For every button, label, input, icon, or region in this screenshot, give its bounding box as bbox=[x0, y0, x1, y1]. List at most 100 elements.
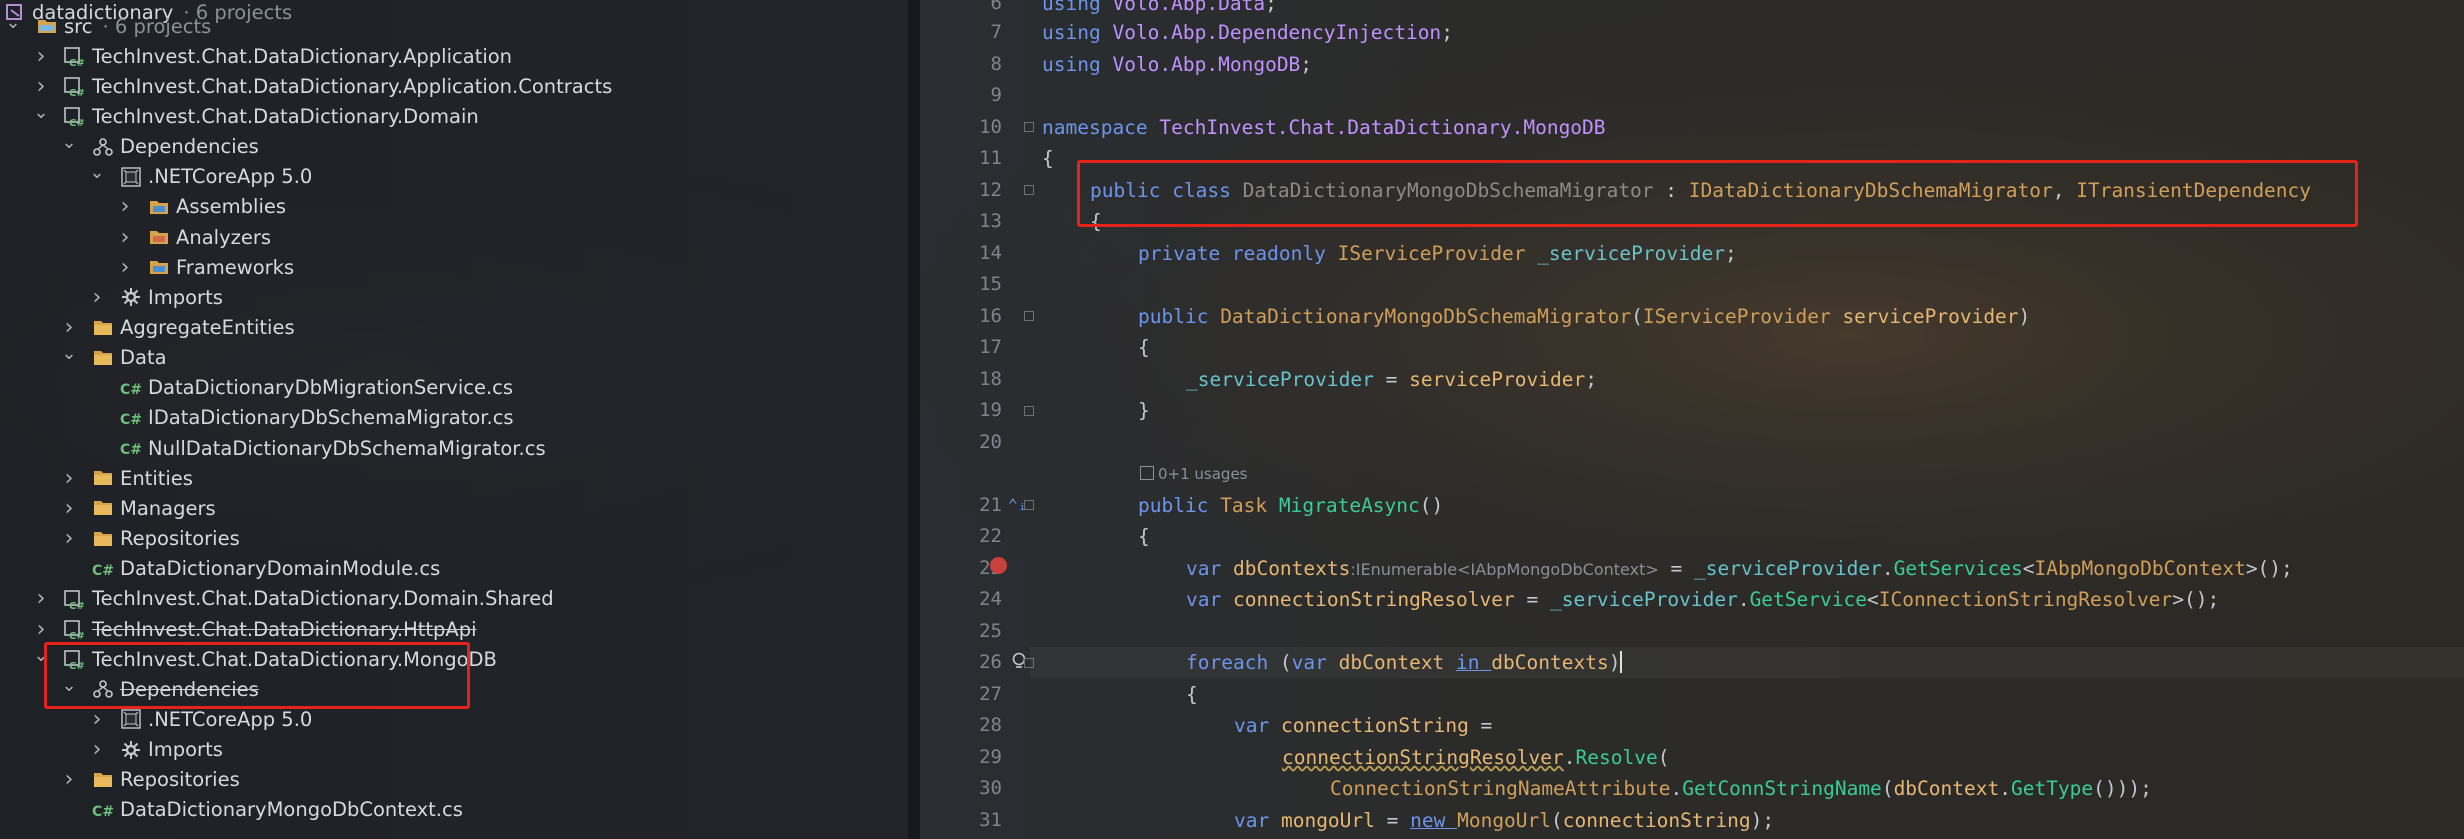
tree-item-label: Analyzers bbox=[176, 225, 272, 249]
tree-item[interactable]: ›C#DataDictionaryDomainModule.cs bbox=[0, 554, 910, 584]
chevron-right-icon[interactable]: › bbox=[90, 285, 104, 310]
chevron-down-icon[interactable]: ⌄ bbox=[89, 162, 104, 183]
usages-hint[interactable]: 0+1 usages bbox=[1140, 462, 1248, 486]
csharp-file-icon: C# bbox=[92, 558, 114, 580]
line-number: 21 bbox=[979, 494, 1002, 516]
frameworks-icon bbox=[148, 256, 170, 278]
tree-item-label: Imports bbox=[148, 738, 223, 762]
tree-item[interactable]: ⌄ src · 6 projects bbox=[0, 11, 910, 41]
line-number: 24 bbox=[979, 588, 1002, 610]
tree-item[interactable]: ›C#DataDictionaryMongoDbContext.cs bbox=[0, 795, 910, 825]
highlight-box-class-declaration bbox=[1077, 160, 2358, 227]
csharp-project-icon: C# bbox=[64, 588, 86, 610]
tree-item-label: DataDictionaryDomainModule.cs bbox=[120, 557, 441, 581]
line-number: 15 bbox=[979, 273, 1002, 295]
tree-item-label: .NETCoreApp 5.0 bbox=[148, 707, 313, 731]
line-number: 31 bbox=[979, 809, 1002, 831]
code-line-26: foreach (var dbContext in dbContexts) bbox=[1186, 651, 1623, 674]
tree-item-label: Imports bbox=[148, 285, 223, 309]
chevron-down-icon[interactable]: ⌄ bbox=[61, 132, 76, 153]
highlight-box-mongodb-project bbox=[44, 642, 470, 709]
dependencies-icon bbox=[92, 136, 114, 158]
tree-item[interactable]: ⌄ Dependencies bbox=[0, 132, 910, 162]
chevron-right-icon[interactable]: › bbox=[34, 617, 48, 642]
breakpoint-icon[interactable] bbox=[990, 557, 1007, 574]
tree-item-label: TechInvest.Chat.DataDictionary.Applicati… bbox=[92, 74, 613, 98]
tree-item[interactable]: › Repositories bbox=[0, 524, 910, 554]
tree-item[interactable]: ›C#IDataDictionaryDbSchemaMigrator.cs bbox=[0, 403, 910, 433]
tree-scrollbar[interactable] bbox=[908, 0, 920, 839]
tree-item[interactable]: › Repositories bbox=[0, 765, 910, 795]
tree-item[interactable]: › Imports bbox=[0, 735, 910, 765]
folder-icon bbox=[92, 317, 114, 339]
code-editor[interactable]: using Volo.Abp.Data; using Volo.Abp.Depe… bbox=[1030, 0, 2464, 839]
chevron-right-icon[interactable]: › bbox=[34, 74, 48, 99]
tree-item[interactable]: › Entities bbox=[0, 463, 910, 493]
folder-icon bbox=[92, 528, 114, 550]
code-line-31: var mongoUrl = new MongoUrl(connectionSt… bbox=[1234, 809, 1775, 832]
code-line-30: ConnectionStringNameAttribute.GetConnStr… bbox=[1330, 777, 2152, 800]
line-number: 30 bbox=[979, 777, 1002, 799]
svg-text:C#: C# bbox=[120, 412, 142, 427]
chevron-right-icon[interactable]: › bbox=[62, 526, 76, 551]
chevron-down-icon[interactable]: ⌄ bbox=[61, 343, 76, 364]
tree-item-label: Repositories bbox=[120, 768, 240, 792]
analyzers-icon bbox=[148, 226, 170, 248]
csharp-file-icon: C# bbox=[120, 407, 142, 429]
tree-item[interactable]: › Imports bbox=[0, 282, 910, 312]
code-line-7: using Volo.Abp.DependencyInjection; bbox=[1042, 21, 1453, 44]
line-number: 17 bbox=[979, 336, 1002, 358]
tree-item[interactable]: › Managers bbox=[0, 493, 910, 523]
line-number: 19 bbox=[979, 399, 1002, 421]
chevron-right-icon[interactable]: › bbox=[62, 466, 76, 491]
code-line-24: var connectionStringResolver = _serviceP… bbox=[1186, 588, 2220, 611]
chevron-right-icon[interactable]: › bbox=[62, 496, 76, 521]
chevron-down-icon[interactable]: ⌄ bbox=[5, 12, 20, 33]
chevron-right-icon[interactable]: › bbox=[118, 225, 132, 250]
line-number: 11 bbox=[979, 147, 1002, 169]
code-line-10: namespace TechInvest.Chat.DataDictionary… bbox=[1042, 116, 1606, 139]
tree-item[interactable]: › C# TechInvest.Chat.DataDictionary.Applic… bbox=[0, 71, 910, 101]
folder-icon bbox=[92, 769, 114, 791]
chevron-right-icon[interactable]: › bbox=[34, 44, 48, 69]
tree-item-label: DataDictionaryMongoDbContext.cs bbox=[120, 798, 463, 822]
line-number: 18 bbox=[979, 368, 1002, 390]
tree-item[interactable]: › C# TechInvest.Chat.DataDictionary.Domain… bbox=[0, 584, 910, 614]
tree-item[interactable]: ⌄ C# TechInvest.Chat.DataDictionary.Domain bbox=[0, 101, 910, 131]
tree-item[interactable]: › Frameworks bbox=[0, 252, 910, 282]
code-line-11: { bbox=[1042, 147, 1054, 170]
tree-item[interactable]: ⌄ Data bbox=[0, 343, 910, 373]
tree-item[interactable]: › AggregateEntities bbox=[0, 313, 910, 343]
tree-item[interactable]: ⌄ .NETCoreApp 5.0 bbox=[0, 162, 910, 192]
assemblies-icon bbox=[148, 196, 170, 218]
tree-item[interactable]: ›C#DataDictionaryDbMigrationService.cs bbox=[0, 373, 910, 403]
tree-item-label: Entities bbox=[120, 466, 193, 490]
csharp-file-icon: C# bbox=[120, 377, 142, 399]
tree-item-label: TechInvest.Chat.DataDictionary.HttpApi bbox=[92, 617, 477, 641]
type-inlay-hint: :IEnumerable<IAbpMongoDbContext> bbox=[1350, 560, 1659, 579]
tree-item[interactable]: › Analyzers bbox=[0, 222, 910, 252]
svg-text:C#: C# bbox=[69, 58, 85, 67]
code-line-22: { bbox=[1138, 525, 1150, 548]
tree-item-label: IDataDictionaryDbSchemaMigrator.cs bbox=[148, 406, 514, 430]
tree-item[interactable]: ›C#NullDataDictionaryDbSchemaMigrator.cs bbox=[0, 433, 910, 463]
tree-item-label: TechInvest.Chat.DataDictionary.Domain bbox=[92, 104, 479, 128]
tree-item[interactable]: › Assemblies bbox=[0, 192, 910, 222]
svg-text:C#: C# bbox=[69, 118, 85, 127]
line-number: 7 bbox=[990, 21, 1002, 43]
tree-item-label: TechInvest.Chat.DataDictionary.Applicati… bbox=[92, 44, 513, 68]
tree-item[interactable]: › C# TechInvest.Chat.DataDictionary.HttpAp… bbox=[0, 614, 910, 644]
tree-item[interactable]: › C# TechInvest.Chat.DataDictionary.Applic… bbox=[0, 41, 910, 71]
chevron-right-icon[interactable]: › bbox=[90, 737, 104, 762]
line-number: 16 bbox=[979, 305, 1002, 327]
csharp-project-icon: C# bbox=[64, 45, 86, 67]
chevron-right-icon[interactable]: › bbox=[118, 194, 132, 219]
chevron-right-icon[interactable]: › bbox=[62, 767, 76, 792]
tree-item-label: Assemblies bbox=[176, 195, 287, 219]
chevron-right-icon[interactable]: › bbox=[34, 586, 48, 611]
tree-item-label: TechInvest.Chat.DataDictionary.Domain.Sh… bbox=[92, 587, 554, 611]
chevron-right-icon[interactable]: › bbox=[62, 315, 76, 340]
chevron-down-icon[interactable]: ⌄ bbox=[33, 102, 48, 123]
chevron-right-icon[interactable]: › bbox=[118, 255, 132, 280]
chevron-right-icon[interactable]: › bbox=[90, 707, 104, 732]
